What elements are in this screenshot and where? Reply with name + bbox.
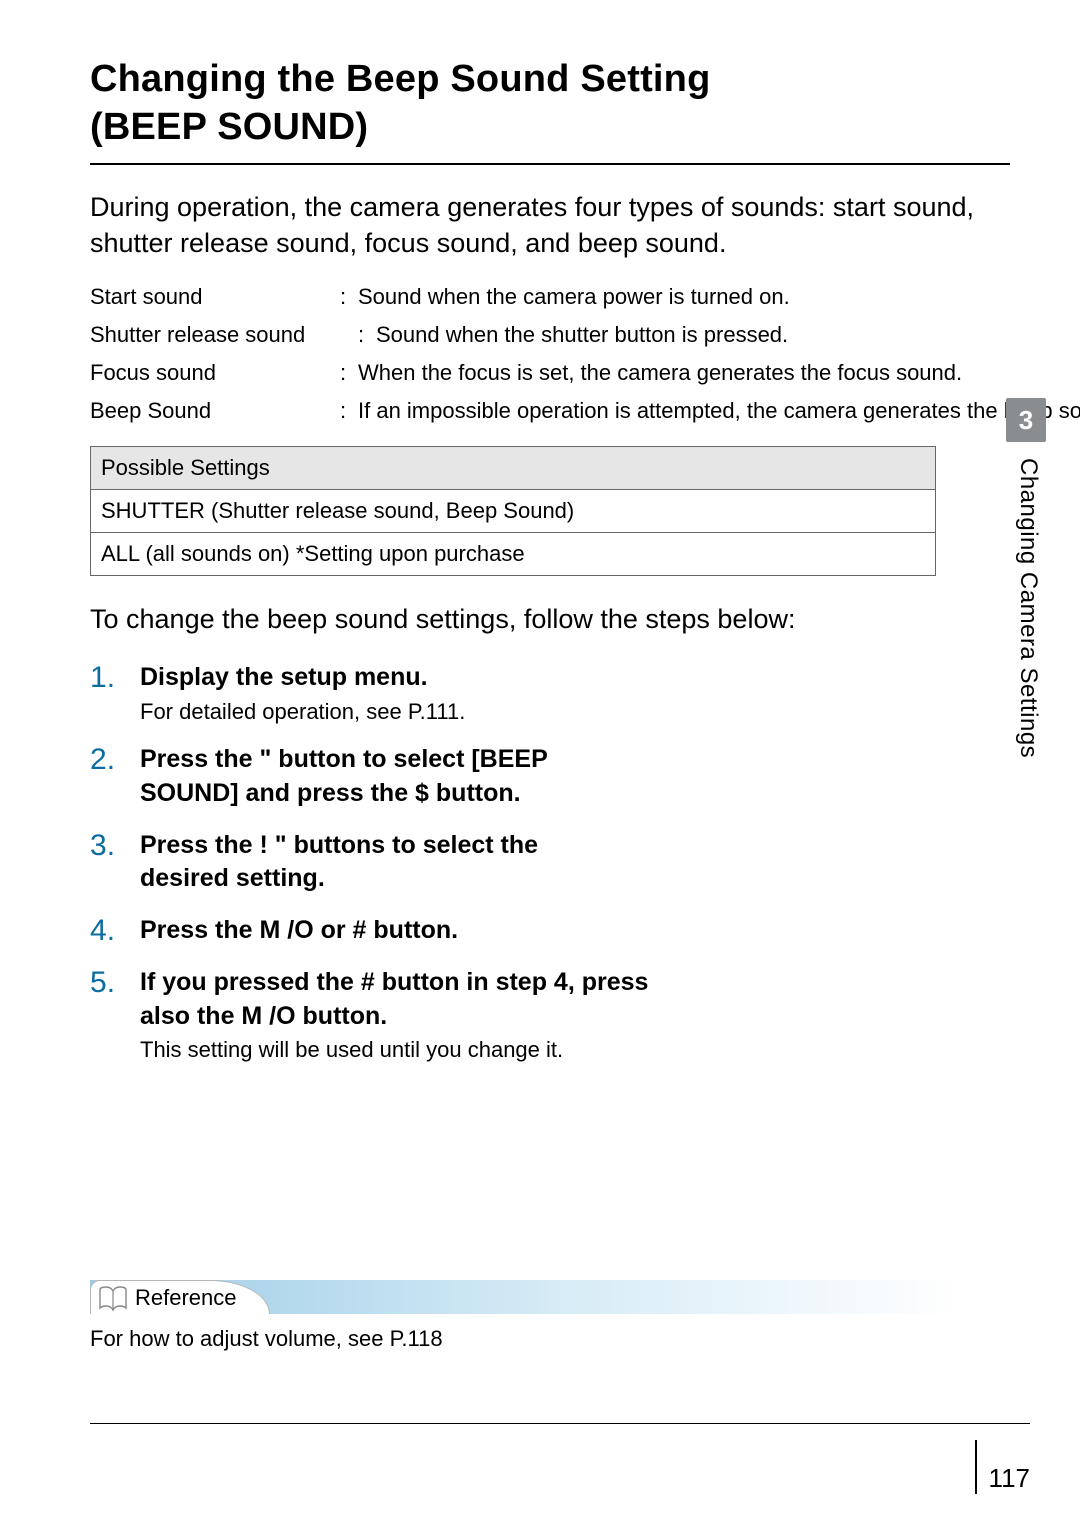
sound-desc: Sound when the camera power is turned on…	[358, 280, 1010, 314]
step-item: Display the setup menu. For detailed ope…	[90, 661, 1010, 725]
page-footer: 117	[975, 1440, 1030, 1494]
step-bold: Press the M /O or # button.	[140, 914, 1010, 948]
table-header: Possible Settings	[91, 447, 936, 490]
section-side-label: Changing Camera Settings	[1014, 458, 1042, 758]
possible-settings-table: Possible Settings SHUTTER (Shutter relea…	[90, 446, 936, 576]
footer-rule	[90, 1423, 1030, 1424]
sound-row: Shutter release sound : Sound when the s…	[90, 318, 1010, 352]
page-title: Changing the Beep Sound Setting (BEEP SO…	[90, 56, 1010, 151]
step-sub: This setting will be used until you chan…	[140, 1037, 1010, 1063]
step-item: Press the " button to select [BEEP SOUND…	[90, 743, 1010, 811]
sound-label: Beep Sound	[90, 394, 340, 428]
book-icon	[98, 1286, 128, 1312]
sound-row: Beep Sound : If an impossible operation …	[90, 394, 1010, 428]
sound-definitions: Start sound : Sound when the camera powe…	[90, 280, 1010, 428]
sound-label: Shutter release sound	[90, 318, 358, 352]
sound-desc: If an impossible operation is attempted,…	[358, 394, 1080, 428]
table-row: ALL (all sounds on) *Setting upon purcha…	[91, 533, 936, 576]
section-tab: 3	[1006, 398, 1046, 442]
colon: :	[340, 394, 358, 428]
instruction-lead: To change the beep sound settings, follo…	[90, 604, 1010, 635]
title-line-1: Changing the Beep Sound Setting	[90, 58, 711, 100]
sound-desc: Sound when the shutter button is pressed…	[376, 318, 1010, 352]
title-rule	[90, 163, 1010, 165]
table-cell: ALL (all sounds on) *Setting upon purcha…	[91, 533, 936, 576]
page-number: 117	[989, 1463, 1030, 1494]
step-item: Press the M /O or # button.	[90, 914, 1010, 948]
steps-list: Display the setup menu. For detailed ope…	[90, 661, 1010, 1063]
step-bold: Press the ! " buttons to select the desi…	[140, 829, 610, 897]
step-bold: Press the " button to select [BEEP SOUND…	[140, 743, 610, 811]
footer-divider	[975, 1440, 977, 1494]
step-sub: For detailed operation, see P.111.	[140, 699, 1010, 725]
title-line-2: (BEEP SOUND)	[90, 106, 368, 148]
sound-label: Start sound	[90, 280, 340, 314]
colon: :	[340, 280, 358, 314]
table-cell: SHUTTER (Shutter release sound, Beep Sou…	[91, 490, 936, 533]
table-row: SHUTTER (Shutter release sound, Beep Sou…	[91, 490, 936, 533]
reference-box: Reference For how to adjust volume, see …	[90, 1280, 960, 1352]
intro-text: During operation, the camera generates f…	[90, 189, 1010, 262]
sound-row: Start sound : Sound when the camera powe…	[90, 280, 1010, 314]
colon: :	[340, 356, 358, 390]
step-item: Press the ! " buttons to select the desi…	[90, 829, 1010, 897]
sound-label: Focus sound	[90, 356, 340, 390]
step-item: If you pressed the # button in step 4, p…	[90, 966, 1010, 1064]
sound-desc: When the focus is set, the camera genera…	[358, 356, 1010, 390]
colon: :	[358, 318, 376, 352]
step-bold: Display the setup menu.	[140, 661, 1010, 695]
reference-label: Reference	[135, 1285, 237, 1311]
step-bold: If you pressed the # button in step 4, p…	[140, 966, 700, 1034]
reference-header: Reference	[90, 1280, 960, 1314]
sound-row: Focus sound : When the focus is set, the…	[90, 356, 1010, 390]
reference-body: For how to adjust volume, see P.118	[90, 1326, 960, 1352]
table-header-row: Possible Settings	[91, 447, 936, 490]
